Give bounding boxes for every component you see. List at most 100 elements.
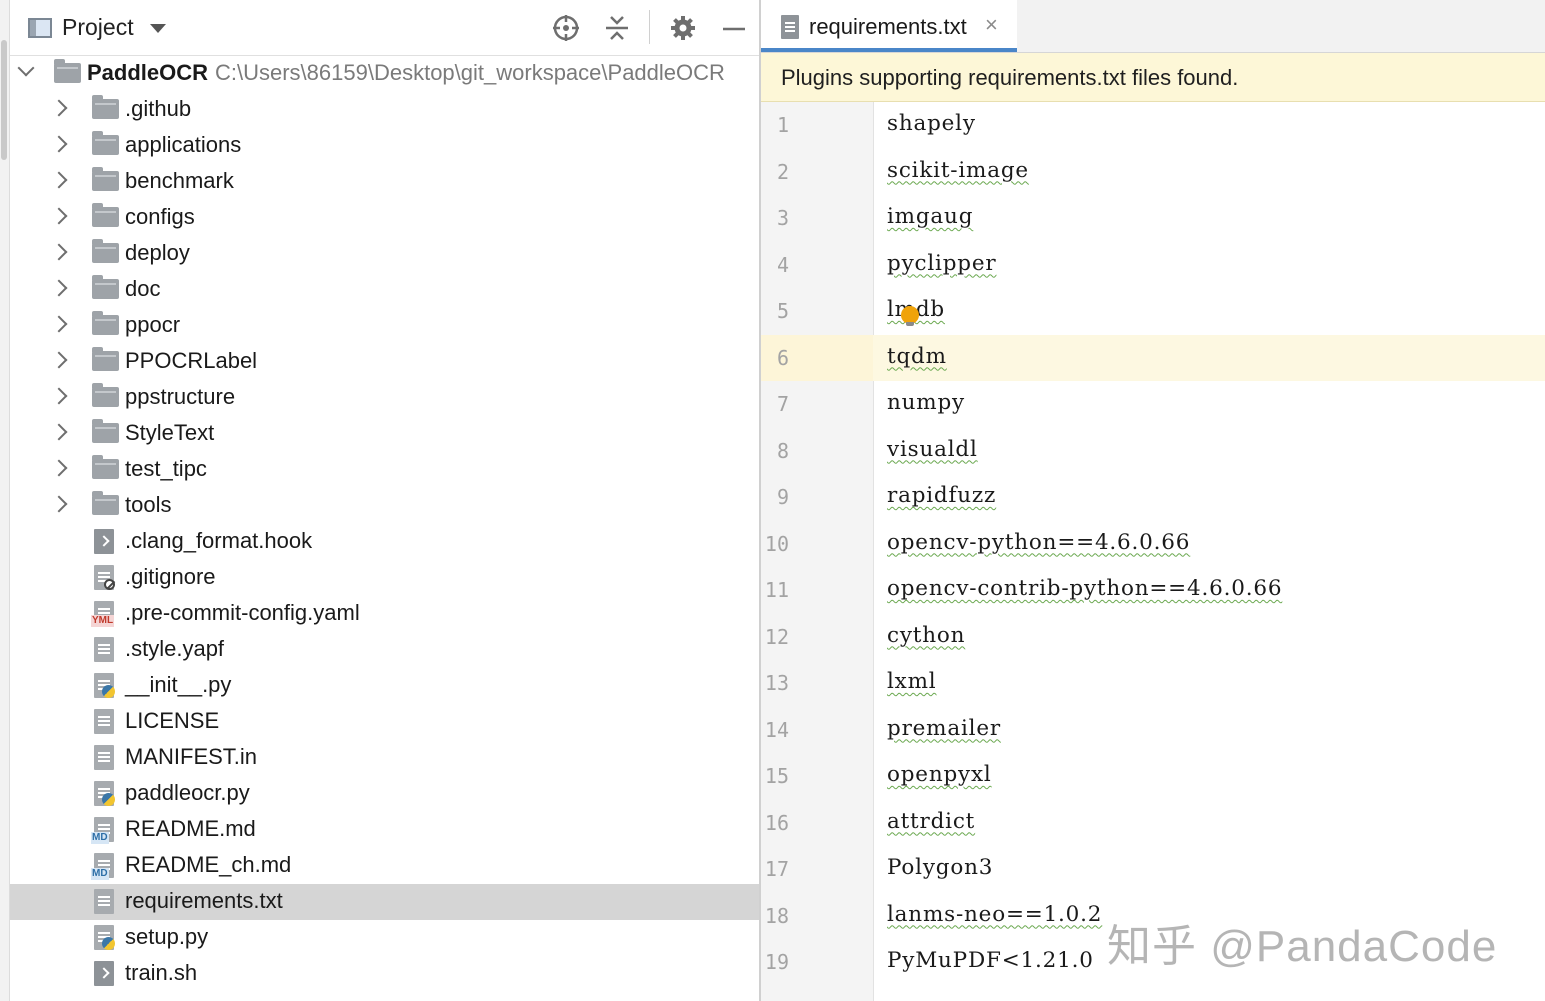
folder-name: deploy	[125, 240, 190, 266]
plugin-notification-banner: Plugins supporting requirements.txt file…	[761, 53, 1545, 102]
close-icon[interactable]: ×	[985, 14, 998, 36]
chevron-down-icon[interactable]	[18, 60, 35, 77]
line-number-cell: 18	[761, 893, 873, 939]
tree-folder-row[interactable]: ppstructure	[10, 380, 759, 416]
tree-file-row[interactable]: paddleocr.py	[10, 776, 759, 812]
tree-file-row[interactable]: MDREADME.md	[10, 812, 759, 848]
chevron-right-icon[interactable]	[51, 280, 68, 297]
tree-file-row[interactable]: requirements.txt	[10, 884, 759, 920]
code-line[interactable]: 7numpy	[761, 381, 1545, 427]
line-number-cell: 17	[761, 846, 873, 892]
tree-file-row[interactable]: .gitignore	[10, 560, 759, 596]
toolbar-separator	[649, 10, 650, 44]
code-line[interactable]: 10opencv-python==4.6.0.66	[761, 521, 1545, 567]
folder-icon	[92, 351, 119, 371]
tree-folder-row[interactable]: doc	[10, 272, 759, 308]
folder-icon	[92, 387, 119, 407]
code-line[interactable]: 9rapidfuzz	[761, 474, 1545, 520]
tree-file-row[interactable]: train.sh	[10, 956, 759, 992]
code-text: pyclipper	[887, 251, 996, 276]
line-number: 9	[761, 485, 789, 509]
line-number-cell: 13	[761, 660, 873, 706]
folder-icon	[92, 495, 119, 515]
file-name: .style.yapf	[125, 636, 224, 662]
tree-file-row[interactable]: YML.pre-commit-config.yaml	[10, 596, 759, 632]
code-area[interactable]: 1shapely2scikit-image3imgaug4pyclipper5l…	[761, 102, 1545, 1001]
tree-file-row[interactable]: LICENSE	[10, 704, 759, 740]
code-text: shapely	[887, 111, 976, 136]
chevron-right-icon[interactable]	[51, 496, 68, 513]
code-line[interactable]: 16attrdict	[761, 800, 1545, 846]
project-panel-title[interactable]: Project	[62, 14, 134, 41]
code-line[interactable]: 2scikit-image	[761, 149, 1545, 195]
tree-file-row[interactable]: __init__.py	[10, 668, 759, 704]
chevron-right-icon[interactable]	[51, 100, 68, 117]
line-number-cell: 3	[761, 195, 873, 241]
tree-folder-row[interactable]: tools	[10, 488, 759, 524]
tree-file-row[interactable]: MDREADME_ch.md	[10, 848, 759, 884]
text-file-icon	[94, 637, 114, 662]
tree-file-row[interactable]: .clang_format.hook	[10, 524, 759, 560]
chevron-right-icon[interactable]	[51, 244, 68, 261]
hide-panel-button[interactable]	[718, 12, 750, 44]
shell-file-icon	[94, 529, 114, 554]
python-file-icon	[94, 925, 114, 950]
tree-folder-row[interactable]: test_tipc	[10, 452, 759, 488]
chevron-right-icon[interactable]	[51, 136, 68, 153]
tree-folder-row[interactable]: .github	[10, 92, 759, 128]
tree-folder-row[interactable]: ppocr	[10, 308, 759, 344]
watermark: 知乎 @PandaCode	[1107, 910, 1497, 974]
tree-folder-row[interactable]: deploy	[10, 236, 759, 272]
tree-file-row[interactable]: setup.py	[10, 920, 759, 956]
folder-icon	[92, 315, 119, 335]
locate-file-button[interactable]	[550, 12, 582, 44]
code-line[interactable]: 14premailer	[761, 707, 1545, 753]
collapse-all-button[interactable]	[601, 12, 633, 44]
chevron-right-icon[interactable]	[51, 172, 68, 189]
tree-folder-row[interactable]: PPOCRLabel	[10, 344, 759, 380]
folder-icon	[92, 243, 119, 263]
folder-name: ppocr	[125, 312, 180, 338]
folder-icon	[92, 99, 119, 119]
code-line[interactable]: 1shapely	[761, 102, 1545, 148]
folder-name: applications	[125, 132, 241, 158]
file-name: setup.py	[125, 924, 208, 950]
code-line[interactable]: 3imgaug	[761, 195, 1545, 241]
settings-button[interactable]	[667, 12, 699, 44]
chevron-down-icon[interactable]	[150, 24, 166, 33]
code-line[interactable]: 13lxml	[761, 660, 1545, 706]
tree-folder-row[interactable]: benchmark	[10, 164, 759, 200]
file-name: __init__.py	[125, 672, 231, 698]
tree-folder-row[interactable]: configs	[10, 200, 759, 236]
tree-file-row[interactable]: MANIFEST.in	[10, 740, 759, 776]
tree-root-row[interactable]: PaddleOCR C:\Users\86159\Desktop\git_wor…	[10, 56, 759, 92]
line-number: 19	[761, 950, 789, 974]
line-number-cell: 11	[761, 567, 873, 613]
code-line[interactable]: 5lmdb	[761, 288, 1545, 334]
project-view-icon	[28, 18, 52, 38]
chevron-right-icon[interactable]	[51, 352, 68, 369]
chevron-right-icon[interactable]	[51, 388, 68, 405]
folder-name: test_tipc	[125, 456, 207, 482]
code-line[interactable]: 17Polygon3	[761, 846, 1545, 892]
code-line[interactable]: 8visualdl	[761, 428, 1545, 474]
folder-icon	[54, 63, 81, 83]
code-line[interactable]: 6tqdm	[761, 335, 1545, 381]
lightbulb-icon[interactable]	[901, 306, 919, 324]
left-strip-scroll-thumb[interactable]	[1, 40, 7, 160]
line-number-cell: 8	[761, 428, 873, 474]
code-line[interactable]: 15openpyxl	[761, 753, 1545, 799]
tab-requirements-txt[interactable]: requirements.txt ×	[761, 0, 1017, 52]
tree-folder-row[interactable]: StyleText	[10, 416, 759, 452]
tree-file-row[interactable]: .style.yapf	[10, 632, 759, 668]
chevron-right-icon[interactable]	[51, 208, 68, 225]
code-line[interactable]: 12cython	[761, 614, 1545, 660]
editor-tab-bar: requirements.txt ×	[761, 0, 1545, 53]
chevron-right-icon[interactable]	[51, 460, 68, 477]
yaml-file-icon: YML	[94, 601, 114, 626]
chevron-right-icon[interactable]	[51, 424, 68, 441]
code-line[interactable]: 4pyclipper	[761, 242, 1545, 288]
code-line[interactable]: 11opencv-contrib-python==4.6.0.66	[761, 567, 1545, 613]
chevron-right-icon[interactable]	[51, 316, 68, 333]
tree-folder-row[interactable]: applications	[10, 128, 759, 164]
